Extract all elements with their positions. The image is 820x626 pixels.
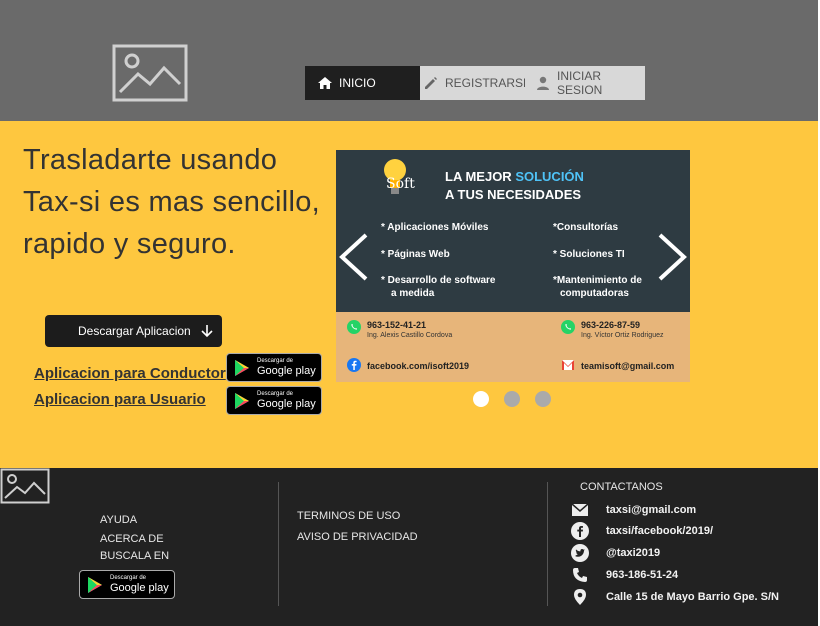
link-app-usuario[interactable]: Aplicacion para Usuario — [34, 391, 206, 408]
user-icon — [535, 75, 551, 91]
arrow-down-icon — [201, 324, 213, 338]
google-play-big-text: Google play — [257, 398, 316, 410]
contact-name-1: Ing. Alexis Castillo Cordova — [367, 332, 453, 339]
twitter-icon — [570, 544, 590, 562]
footer-link-acerca[interactable]: ACERCA DE — [100, 533, 164, 545]
slide-brand: Soft — [386, 176, 415, 192]
play-store-icon — [233, 392, 251, 410]
google-play-big-text: Google play — [110, 582, 169, 594]
home-icon — [317, 75, 333, 91]
envelope-icon — [570, 502, 590, 518]
download-app-button[interactable]: Descargar Aplicacion — [45, 315, 222, 347]
footer-link-privacidad[interactable]: AVISO DE PRIVACIDAD — [297, 531, 418, 543]
service-item: * Soluciones TI — [553, 249, 625, 260]
facebook-icon — [570, 522, 590, 540]
contact-phone[interactable]: 963-186-51-24 — [606, 569, 678, 581]
contact-address-row: Calle 15 de Mayo Barrio Gpe. S/N — [570, 589, 779, 605]
contact-email-row: taxsi@gmail.com — [570, 502, 696, 518]
slide-banner-bottom: 963-152-41-21 Ing. Alexis Castillo Cordo… — [336, 312, 690, 382]
carousel-prev-icon[interactable] — [338, 232, 370, 282]
contact-phone-1: 963-152-41-21 — [367, 320, 427, 330]
service-item: * Aplicaciones Móviles — [381, 222, 489, 233]
contact-address: Calle 15 de Mayo Barrio Gpe. S/N — [606, 591, 780, 603]
service-item: *Consultorías — [553, 222, 619, 233]
slide-facebook-link: facebook.com/isoft2019 — [367, 361, 470, 371]
slide-title-highlight: SOLUCIÓN — [515, 169, 584, 184]
nav-inicio[interactable]: INICIO — [305, 66, 420, 100]
carousel-next-icon[interactable] — [656, 232, 688, 282]
nav-iniciar-sesion-label: INICIAR SESION — [557, 69, 603, 97]
carousel-dot-2[interactable] — [504, 391, 520, 407]
service-item: * Páginas Web — [381, 249, 450, 260]
footer-link-ayuda[interactable]: AYUDA — [100, 514, 137, 526]
contact-facebook-row: taxsi/facebook/2019/ — [570, 522, 713, 540]
whatsapp-icon — [347, 320, 361, 334]
contact-twitter-row: @taxi2019 — [570, 544, 660, 562]
slide-title-part1: LA MEJOR — [445, 169, 516, 184]
nav-iniciar-sesion[interactable]: INICIAR SESION — [525, 66, 645, 100]
footer-link-terminos[interactable]: TERMINOS DE USO — [297, 510, 400, 522]
contact-phone-2: 963-226-87-59 — [581, 320, 641, 330]
whatsapp-icon — [561, 320, 575, 334]
hero-headline: Trasladarte usando Tax-si es mas sencill… — [23, 144, 320, 260]
map-pin-icon — [570, 589, 590, 605]
main-nav: INICIO REGISTRARSE INICIAR SESION — [305, 66, 645, 100]
contact-email[interactable]: taxsi@gmail.com — [606, 504, 696, 516]
play-store-icon — [233, 359, 251, 377]
slide-title-part2: A TUS NECESIDADES — [445, 187, 582, 202]
carousel-dot-3[interactable] — [535, 391, 551, 407]
nav-inicio-label: INICIO — [339, 76, 376, 90]
image-carousel[interactable]: Soft LA MEJOR SOLUCIÓN A TUS NECESIDADES… — [336, 150, 690, 382]
logo-image-placeholder-icon[interactable] — [112, 44, 188, 102]
carousel-dot-1[interactable] — [473, 391, 489, 407]
page: INICIO REGISTRARSE INICIAR SESION Trasla… — [0, 0, 820, 626]
pencil-icon — [423, 75, 439, 91]
footer-google-play-badge[interactable]: Descargar de Google play — [79, 570, 175, 599]
footer-text-buscala: BUSCALA EN — [100, 550, 170, 562]
contact-title: CONTACTANOS — [580, 481, 663, 493]
nav-registrarse-label: REGISTRARSE — [445, 76, 532, 90]
slide-email-link: teamisoft@gmail.com — [581, 361, 675, 371]
play-store-icon — [86, 576, 104, 594]
footer-divider — [278, 482, 279, 606]
google-play-badge-usuario[interactable]: Descargar de Google play — [226, 386, 322, 415]
google-play-badge-conductor[interactable]: Descargar de Google play — [226, 353, 322, 382]
link-app-conductor[interactable]: Aplicacion para Conductor — [34, 365, 226, 382]
service-item: computadoras — [560, 288, 629, 299]
gmail-icon — [562, 360, 574, 370]
contact-phone-row: 963-186-51-24 — [570, 567, 678, 583]
service-item: a medida — [391, 288, 435, 299]
contact-name-2: Ing. Víctor Ortiz Rodriguez — [581, 332, 664, 339]
phone-icon — [570, 567, 590, 583]
service-item: * Desarrollo de software — [381, 275, 496, 286]
contact-facebook[interactable]: taxsi/facebook/2019/ — [606, 525, 713, 537]
footer-image-placeholder-icon — [0, 468, 50, 504]
footer-divider — [547, 482, 548, 606]
google-play-big-text: Google play — [257, 365, 316, 377]
download-app-label: Descargar Aplicacion — [78, 324, 191, 338]
google-play-small-text: Descargar de — [257, 358, 294, 364]
slide-banner-top: Soft LA MEJOR SOLUCIÓN A TUS NECESIDADES… — [336, 150, 690, 312]
service-item: *Mantenimiento de — [553, 275, 642, 286]
google-play-small-text: Descargar de — [110, 575, 147, 581]
facebook-icon — [347, 358, 361, 372]
contact-twitter[interactable]: @taxi2019 — [606, 547, 660, 559]
slide-title: LA MEJOR SOLUCIÓN A TUS NECESIDADES — [445, 168, 584, 204]
nav-registrarse[interactable]: REGISTRARSE — [420, 66, 531, 100]
google-play-small-text: Descargar de — [257, 391, 294, 397]
